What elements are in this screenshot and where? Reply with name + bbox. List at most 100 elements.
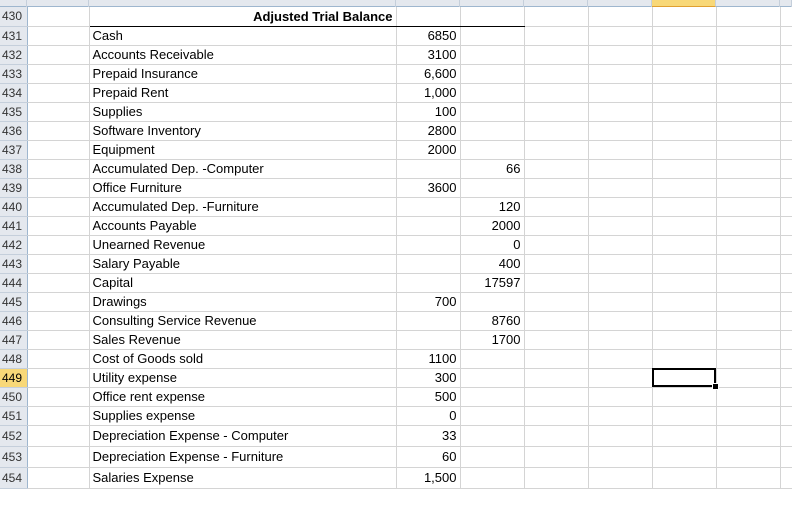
cell-e[interactable] [524, 292, 589, 312]
cell-a[interactable] [27, 330, 90, 350]
cell-h[interactable] [716, 83, 781, 103]
credit-cell[interactable] [460, 292, 525, 312]
credit-cell[interactable]: 120 [460, 197, 525, 217]
cell-d[interactable] [460, 7, 525, 27]
credit-cell[interactable]: 8760 [460, 311, 525, 331]
account-name-cell[interactable]: Depreciation Expense - Computer [89, 425, 397, 447]
cell-g[interactable] [652, 140, 717, 160]
row-header[interactable]: 438 [0, 159, 28, 179]
debit-cell[interactable] [396, 216, 461, 236]
cell-h[interactable] [716, 26, 781, 46]
credit-cell[interactable]: 1700 [460, 330, 525, 350]
cell-i[interactable] [780, 387, 792, 407]
cell-f[interactable] [588, 425, 653, 447]
cell-h[interactable] [716, 235, 781, 255]
credit-cell[interactable]: 66 [460, 159, 525, 179]
debit-cell[interactable]: 2800 [396, 121, 461, 141]
account-name-cell[interactable]: Accumulated Dep. -Furniture [89, 197, 397, 217]
debit-cell[interactable] [396, 197, 461, 217]
cell-h[interactable] [716, 140, 781, 160]
debit-cell[interactable]: 6,600 [396, 64, 461, 84]
account-name-cell[interactable]: Cost of Goods sold [89, 349, 397, 369]
cell-i[interactable] [780, 178, 792, 198]
cell-e[interactable] [524, 273, 589, 293]
cell-a[interactable] [27, 159, 90, 179]
debit-cell[interactable]: 3600 [396, 178, 461, 198]
account-name-cell[interactable]: Drawings [89, 292, 397, 312]
cell-f[interactable] [588, 273, 653, 293]
cell-h[interactable] [716, 121, 781, 141]
cell-h[interactable] [716, 216, 781, 236]
cell-f[interactable] [588, 311, 653, 331]
row-header[interactable]: 430 [0, 7, 28, 27]
row-header[interactable]: 443 [0, 254, 28, 274]
cell-g[interactable] [652, 387, 717, 407]
cell-g[interactable] [652, 292, 717, 312]
cell-e[interactable] [524, 102, 589, 122]
debit-cell[interactable] [396, 235, 461, 255]
cell-f[interactable] [588, 254, 653, 274]
cell-f[interactable] [588, 197, 653, 217]
debit-cell[interactable]: 60 [396, 446, 461, 468]
row-header[interactable]: 453 [0, 446, 28, 468]
cell-a[interactable] [27, 216, 90, 236]
account-name-cell[interactable]: Consulting Service Revenue [89, 311, 397, 331]
credit-cell[interactable] [460, 406, 525, 426]
debit-cell[interactable] [396, 273, 461, 293]
cell-h[interactable] [716, 178, 781, 198]
cell-e[interactable] [524, 330, 589, 350]
cell-a[interactable] [27, 83, 90, 103]
cell-a[interactable] [27, 7, 90, 27]
cell-a[interactable] [27, 140, 90, 160]
spreadsheet-grid[interactable]: 430 Adjusted Trial Balance 431 Cash 6850 432 A… [0, 7, 792, 489]
cell-e[interactable] [524, 178, 589, 198]
account-name-cell[interactable]: Office rent expense [89, 387, 397, 407]
cell-i[interactable] [780, 26, 792, 46]
column-header-e[interactable] [524, 0, 588, 7]
cell-g[interactable] [652, 26, 717, 46]
cell-h[interactable] [716, 425, 781, 447]
cell-h[interactable] [716, 368, 781, 388]
cell-a[interactable] [27, 254, 90, 274]
credit-cell[interactable]: 2000 [460, 216, 525, 236]
row-header[interactable]: 435 [0, 102, 28, 122]
cell-a[interactable] [27, 273, 90, 293]
cell-i[interactable] [780, 446, 792, 468]
row-header[interactable]: 439 [0, 178, 28, 198]
row-header[interactable]: 448 [0, 349, 28, 369]
column-header-a[interactable] [27, 0, 89, 7]
cell-f[interactable] [588, 330, 653, 350]
account-name-cell[interactable]: Accounts Payable [89, 216, 397, 236]
debit-cell[interactable]: 3100 [396, 45, 461, 65]
row-header[interactable]: 440 [0, 197, 28, 217]
credit-cell[interactable] [460, 140, 525, 160]
cell-a[interactable] [27, 45, 90, 65]
column-header-b[interactable] [89, 0, 396, 7]
cell-i[interactable] [780, 406, 792, 426]
account-name-cell[interactable]: Supplies [89, 102, 397, 122]
select-all-corner[interactable] [0, 0, 27, 7]
cell-f[interactable] [588, 292, 653, 312]
cell-e[interactable] [524, 216, 589, 236]
cell-g[interactable] [652, 45, 717, 65]
cell-a[interactable] [27, 292, 90, 312]
cell-g[interactable] [652, 311, 717, 331]
credit-cell[interactable] [460, 64, 525, 84]
row-header[interactable]: 452 [0, 425, 28, 447]
cell-h[interactable] [716, 467, 781, 489]
cell-h[interactable] [716, 387, 781, 407]
account-name-cell[interactable]: Depreciation Expense - Furniture [89, 446, 397, 468]
account-name-cell[interactable]: Accumulated Dep. -Computer [89, 159, 397, 179]
cell-a[interactable] [27, 446, 90, 468]
cell-h[interactable] [716, 254, 781, 274]
cell-h[interactable] [716, 64, 781, 84]
debit-cell[interactable]: 300 [396, 368, 461, 388]
account-name-cell[interactable]: Capital [89, 273, 397, 293]
cell-e[interactable] [524, 368, 589, 388]
cell-e[interactable] [524, 83, 589, 103]
cell-h[interactable] [716, 446, 781, 468]
row-header[interactable]: 446 [0, 311, 28, 331]
account-name-cell[interactable]: Cash [89, 26, 397, 46]
row-header[interactable]: 442 [0, 235, 28, 255]
cell-i[interactable] [780, 311, 792, 331]
